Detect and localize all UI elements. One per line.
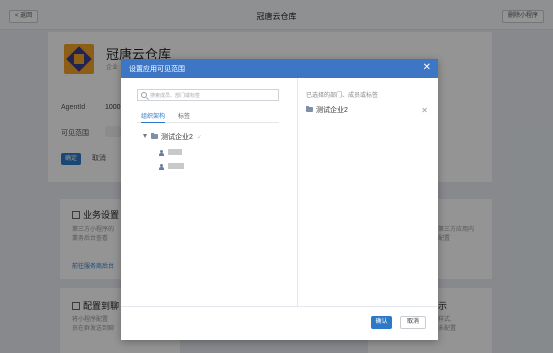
person-icon bbox=[159, 150, 164, 156]
picker-tabs: 组织架构 标签 bbox=[137, 109, 279, 123]
org-picker-panel: 组织架构 标签 测试企业2✓ bbox=[121, 78, 297, 306]
cancel-button[interactable]: 取消 bbox=[400, 316, 426, 329]
visibility-dialog: 设置应用可见范围 ✕ 组织架构 标签 测试企业2✓ 已选择的部门、成员或标签 测… bbox=[121, 59, 438, 340]
check-icon: ✓ bbox=[196, 135, 202, 141]
remove-icon[interactable]: ✕ bbox=[421, 106, 428, 116]
folder-icon bbox=[151, 133, 158, 139]
selected-item-label: 测试企业2 bbox=[316, 107, 348, 114]
selected-title: 已选择的部门、成员或标签 bbox=[306, 93, 379, 99]
confirm-button[interactable]: 确认 bbox=[371, 316, 392, 329]
search-icon bbox=[141, 92, 147, 98]
tab-tags[interactable]: 标签 bbox=[178, 111, 190, 123]
tree-node-root[interactable]: 测试企业2 ✓ bbox=[143, 133, 202, 143]
tree-member[interactable] bbox=[159, 163, 184, 173]
caret-down-icon[interactable] bbox=[143, 134, 147, 138]
dialog-title: 设置应用可见范围 bbox=[129, 66, 185, 73]
tree-node-label: 测试企业2 bbox=[161, 134, 193, 141]
member-name-redacted bbox=[168, 163, 184, 169]
selected-panel: 已选择的部门、成员或标签 测试企业2 ✕ bbox=[298, 78, 438, 306]
selected-item: 测试企业2 ✕ bbox=[306, 106, 428, 116]
close-icon[interactable]: ✕ bbox=[423, 62, 431, 74]
search-box[interactable] bbox=[137, 89, 279, 101]
tab-org-structure[interactable]: 组织架构 bbox=[141, 111, 166, 123]
tree-member[interactable] bbox=[159, 149, 182, 159]
folder-icon bbox=[306, 106, 313, 112]
dialog-header: 设置应用可见范围 ✕ bbox=[121, 59, 438, 78]
person-icon bbox=[159, 164, 164, 170]
member-name-redacted bbox=[168, 149, 182, 155]
dialog-footer: 确认 取消 bbox=[121, 306, 438, 340]
search-input[interactable] bbox=[150, 91, 276, 100]
